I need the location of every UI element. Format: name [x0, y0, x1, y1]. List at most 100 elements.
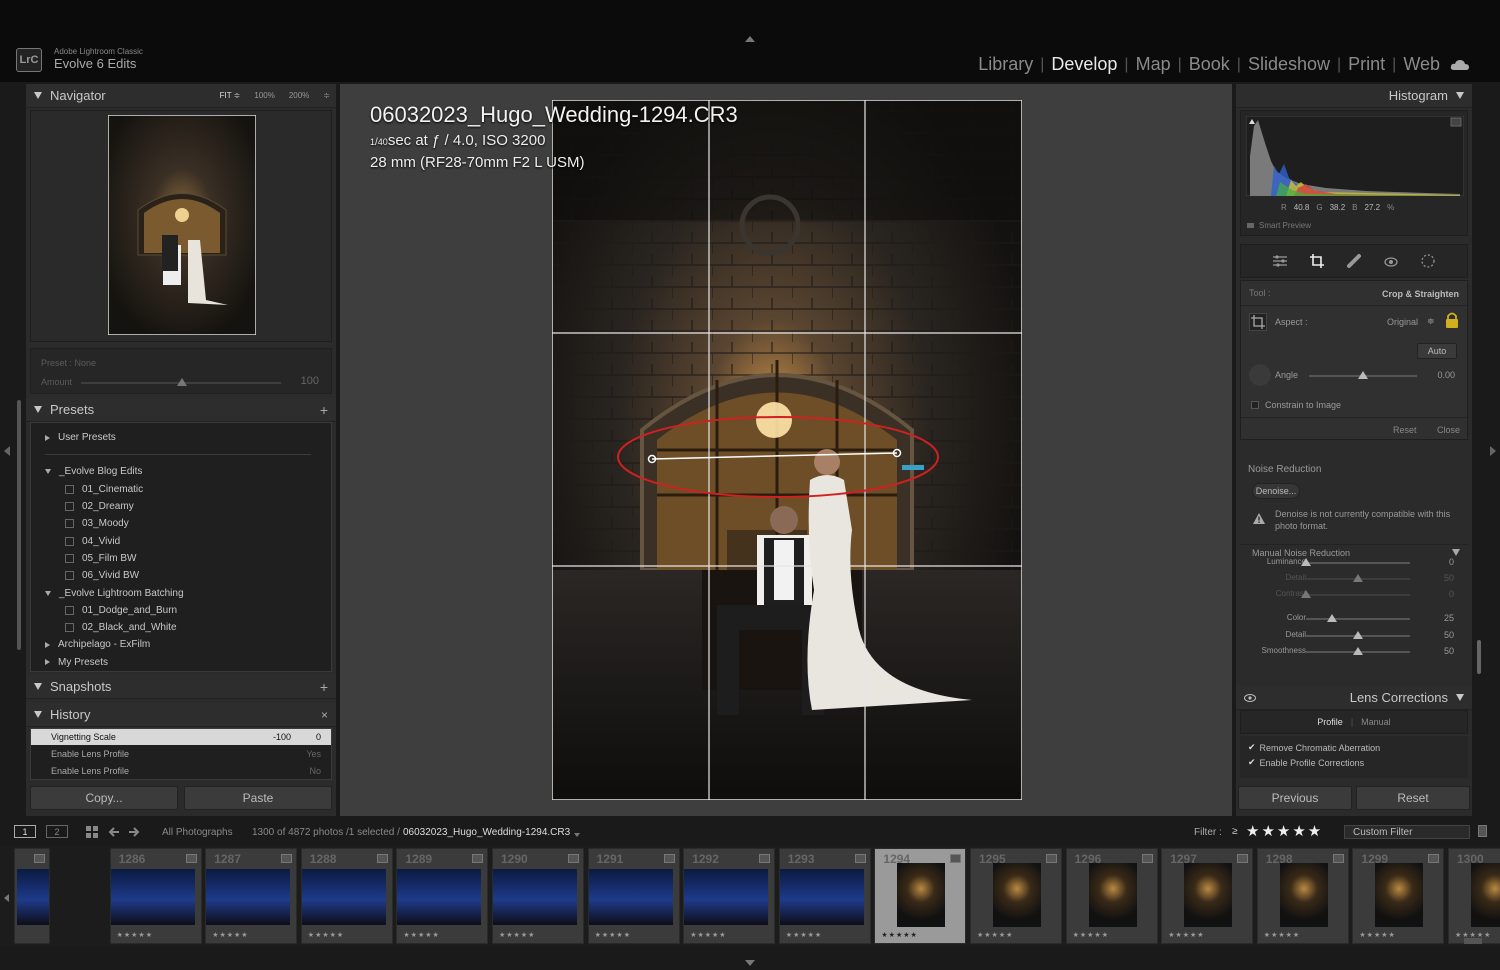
- filmstrip-thumbnail[interactable]: 1296 ★★★★★: [1065, 848, 1158, 944]
- histogram-header[interactable]: Histogram: [1236, 84, 1472, 108]
- thumbnail-rating[interactable]: ★★★★★: [1168, 931, 1204, 939]
- forward-arrow-icon[interactable]: [128, 826, 140, 838]
- thumbnail-rating[interactable]: ★★★★★: [1359, 931, 1395, 939]
- cloud-icon[interactable]: [1450, 59, 1470, 71]
- noise-slider-knob[interactable]: [1353, 574, 1363, 582]
- module-print[interactable]: Print: [1348, 54, 1385, 75]
- navigator-header[interactable]: Navigator FIT ≑ 100% 200% ≑: [26, 84, 336, 108]
- crop-icon[interactable]: [1309, 253, 1325, 269]
- collapse-icon[interactable]: [1452, 549, 1460, 556]
- masking-icon[interactable]: [1420, 253, 1436, 269]
- paste-button[interactable]: Paste: [184, 786, 332, 810]
- preset-group[interactable]: _Evolve Blog Edits: [45, 463, 331, 480]
- history-row[interactable]: Enable Lens Profile No: [31, 762, 331, 779]
- healing-brush-icon[interactable]: [1346, 253, 1362, 269]
- thumbnail-badge-icon[interactable]: [663, 854, 675, 863]
- expand-icon[interactable]: [45, 434, 50, 441]
- noise-slider-knob[interactable]: [1301, 558, 1311, 566]
- thumbnail-badge-icon[interactable]: [1046, 854, 1057, 863]
- thumbnail-badge-icon[interactable]: [281, 854, 293, 863]
- zoom-fit[interactable]: FIT ≑: [220, 91, 241, 100]
- right-panel-scrollbar[interactable]: [1477, 640, 1481, 674]
- source-label[interactable]: All Photographs: [162, 827, 233, 838]
- tab-profile[interactable]: Profile: [1317, 717, 1343, 727]
- navigator-preview[interactable]: [30, 110, 332, 342]
- noise-slider-track[interactable]: [1306, 562, 1410, 564]
- noise-slider-knob[interactable]: [1353, 647, 1363, 655]
- preset-item[interactable]: 05_Film BW: [45, 550, 331, 567]
- thumbnail-badge-icon[interactable]: [1428, 854, 1440, 863]
- filmstrip-thumbnail[interactable]: 1289 ★★★★★: [396, 848, 489, 944]
- left-panel-scrollbar[interactable]: [17, 400, 21, 650]
- thumbnail-badge-icon[interactable]: [472, 854, 484, 863]
- filmstrip-thumbnail[interactable]: 1292 ★★★★★: [683, 848, 776, 944]
- thumbnail-badge-icon[interactable]: [759, 854, 771, 863]
- filmstrip-thumbnail[interactable]: 1300 ★★★★★: [1448, 848, 1500, 944]
- thumbnail-badge-icon[interactable]: [1332, 854, 1344, 863]
- module-map[interactable]: Map: [1136, 54, 1171, 75]
- crop-reset-button[interactable]: Reset: [1393, 425, 1417, 435]
- collapse-icon[interactable]: [45, 469, 51, 475]
- thumbnail-badge-icon[interactable]: [34, 854, 45, 863]
- secondary-screen-button[interactable]: 2: [46, 825, 68, 838]
- main-photo[interactable]: [552, 100, 1022, 800]
- collapse-top-panel-icon[interactable]: [745, 36, 755, 42]
- preset-group[interactable]: Archipelago - ExFilm: [45, 636, 331, 653]
- auto-straighten-button[interactable]: Auto: [1417, 343, 1457, 359]
- zoom-more[interactable]: ≑: [323, 91, 330, 100]
- thumbnail-rating[interactable]: ★★★★★: [308, 931, 344, 939]
- filmstrip-thumbnail[interactable]: [14, 848, 50, 944]
- preset-item[interactable]: 02_Dreamy: [45, 498, 331, 515]
- histogram-graph[interactable]: [1246, 116, 1464, 196]
- previous-button[interactable]: Previous: [1238, 786, 1352, 810]
- main-screen-button[interactable]: 1: [14, 825, 36, 838]
- module-develop[interactable]: Develop: [1051, 54, 1117, 75]
- noise-slider-value[interactable]: 0: [1449, 589, 1454, 599]
- preset-item[interactable]: 01_Cinematic: [45, 481, 331, 498]
- custom-filter-select[interactable]: Custom Filter: [1344, 825, 1470, 839]
- thumbnail-rating[interactable]: ★★★★★: [690, 931, 726, 939]
- expand-icon[interactable]: [45, 641, 50, 648]
- thumbnail-rating[interactable]: ★★★★★: [212, 931, 248, 939]
- add-preset-icon[interactable]: +: [320, 402, 328, 418]
- preset-item[interactable]: 03_Moody: [45, 515, 331, 532]
- noise-slider-knob[interactable]: [1301, 590, 1311, 598]
- aspect-dropdown-icon[interactable]: ≑: [1427, 316, 1435, 327]
- history-header[interactable]: History ×: [26, 703, 336, 727]
- remove-ca-row[interactable]: ✔ Remove Chromatic Aberration: [1248, 742, 1380, 753]
- presets-header[interactable]: Presets +: [26, 398, 336, 422]
- thumbnail-rating[interactable]: ★★★★★: [403, 931, 439, 939]
- thumbnail-badge-icon[interactable]: [185, 854, 197, 863]
- collapse-icon[interactable]: [45, 590, 51, 596]
- thumbnail-badge-icon[interactable]: [376, 854, 388, 863]
- aspect-value[interactable]: Original: [1387, 317, 1418, 327]
- preset-item[interactable]: 06_Vivid BW: [45, 567, 331, 584]
- collapse-filmstrip-icon[interactable]: [745, 960, 755, 966]
- file-dropdown-icon[interactable]: [574, 833, 580, 837]
- noise-slider-value[interactable]: 0: [1449, 557, 1454, 567]
- grid-view-icon[interactable]: [86, 826, 98, 838]
- collapse-left-panel-icon[interactable]: [4, 446, 10, 456]
- noise-slider-track[interactable]: [1306, 594, 1410, 596]
- noise-slider-value[interactable]: 50: [1444, 646, 1454, 656]
- zoom-200[interactable]: 200%: [289, 91, 309, 100]
- filmstrip-thumbnail[interactable]: 1295 ★★★★★: [970, 848, 1062, 944]
- add-snapshot-icon[interactable]: +: [320, 679, 328, 695]
- filmstrip-thumbnail[interactable]: 1288 ★★★★★: [300, 848, 393, 944]
- filmstrip-scrollbar[interactable]: [1464, 938, 1482, 944]
- collapse-right-panel-icon[interactable]: [1490, 446, 1496, 456]
- lens-corrections-header[interactable]: Lens Corrections: [1236, 686, 1472, 710]
- preset-item[interactable]: 01_Dodge_and_Burn: [45, 602, 331, 619]
- back-arrow-icon[interactable]: [108, 826, 120, 838]
- enable-profile-row[interactable]: ✔ Enable Profile Corrections: [1248, 757, 1364, 768]
- reset-button[interactable]: Reset: [1356, 786, 1470, 810]
- zoom-100[interactable]: 100%: [254, 91, 274, 100]
- denoise-button[interactable]: Denoise...: [1252, 483, 1300, 499]
- noise-slider-value[interactable]: 25: [1444, 613, 1454, 623]
- expand-icon[interactable]: [45, 659, 50, 666]
- thumbnail-rating[interactable]: ★★★★★: [595, 931, 631, 939]
- highlight-clipping-icon[interactable]: [1450, 117, 1462, 127]
- filmstrip-thumbnail[interactable]: 1291 ★★★★★: [587, 848, 680, 944]
- constrain-checkbox[interactable]: [1251, 401, 1259, 409]
- thumbnail-rating[interactable]: ★★★★★: [1264, 931, 1300, 939]
